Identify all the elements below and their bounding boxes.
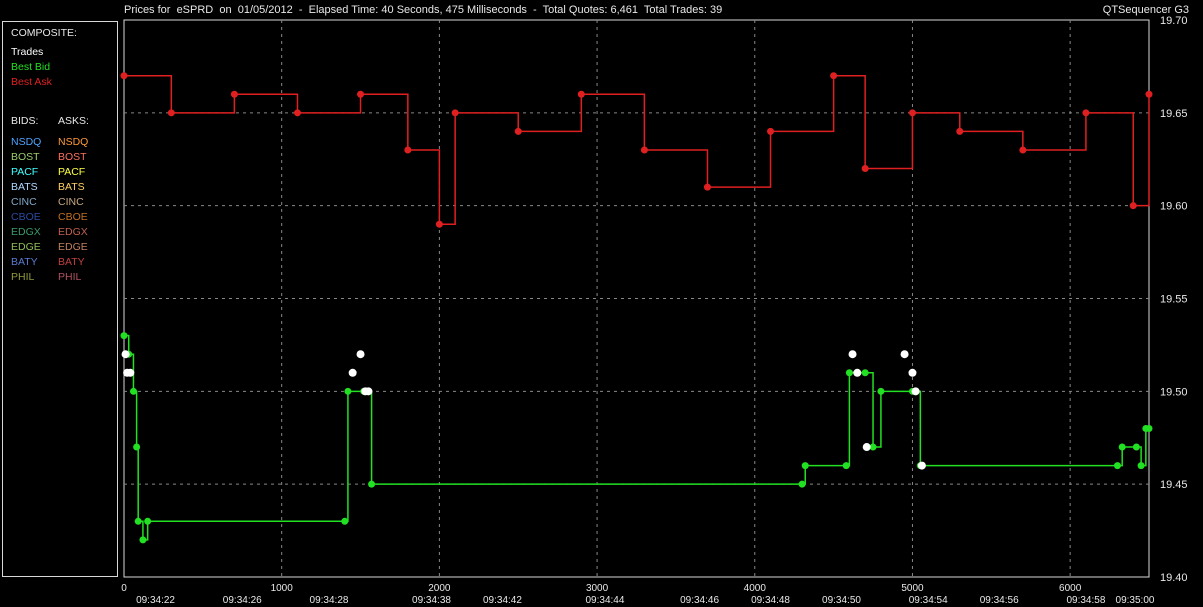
best-ask-point <box>230 90 238 98</box>
x-tick-label: 0 <box>121 583 127 594</box>
best-bid-point <box>801 462 809 470</box>
best-ask-point <box>514 127 522 135</box>
time-label: 09:34:44 <box>585 595 624 606</box>
time-label: 09:34:48 <box>751 595 790 606</box>
best-ask-point <box>956 127 964 135</box>
time-label: 09:34:22 <box>136 595 175 606</box>
best-ask-point <box>577 90 585 98</box>
best-bid-point <box>133 443 141 451</box>
trades-point <box>911 387 920 396</box>
x-tick-label: 6000 <box>1059 583 1082 594</box>
best-ask-point <box>435 220 443 228</box>
time-label: 09:34:46 <box>680 595 719 606</box>
best-bid-point <box>1145 424 1153 432</box>
y-tick-label: 19.65 <box>1160 108 1188 120</box>
best-bid-point <box>134 517 142 525</box>
trades-point <box>356 350 365 359</box>
price-chart: 19.70 19.65 19.60 19.55 19.50 19.45 19.40 0 1000… <box>120 15 1188 606</box>
time-label: 09:34:42 <box>483 595 522 606</box>
best-ask-point <box>908 109 916 117</box>
best-ask-point <box>1145 90 1153 98</box>
y-tick-label: 19.45 <box>1160 479 1188 491</box>
best-bid-point <box>129 387 137 395</box>
time-label: 09:34:26 <box>223 595 262 606</box>
trades-point <box>364 387 373 396</box>
best-ask-point <box>1129 202 1137 210</box>
trades-point <box>917 461 926 470</box>
trades-point <box>348 368 357 377</box>
x-tick-label: 5000 <box>901 583 924 594</box>
best-bid-point <box>798 480 806 488</box>
y-tick-label: 19.70 <box>1160 15 1188 27</box>
best-bid-point <box>344 387 352 395</box>
trades-point <box>862 443 871 452</box>
best-bid-point <box>341 517 349 525</box>
time-label: 09:34:54 <box>909 595 948 606</box>
best-ask-point <box>830 72 838 80</box>
time-label: 09:35:00 <box>1116 595 1155 606</box>
time-label: 09:34:28 <box>310 595 349 606</box>
x-tick-label: 3000 <box>586 583 609 594</box>
trades-point <box>900 350 909 359</box>
best-ask-point <box>357 90 365 98</box>
best-ask-point <box>451 109 459 117</box>
best-bid-point <box>842 462 850 470</box>
best-bid-point <box>861 369 869 377</box>
trades-point <box>848 350 857 359</box>
trades-point <box>853 368 862 377</box>
y-tick-label: 19.60 <box>1160 201 1188 213</box>
best-bid-point <box>1113 462 1121 470</box>
best-bid-point <box>368 480 376 488</box>
time-label: 09:34:38 <box>412 595 451 606</box>
time-label: 09:34:50 <box>822 595 861 606</box>
best-ask-point <box>404 146 412 154</box>
x-tick-label: 4000 <box>744 583 767 594</box>
best-bid-point <box>139 536 147 544</box>
best-ask-point <box>640 146 648 154</box>
best-ask-point <box>293 109 301 117</box>
best-ask-point <box>120 72 128 80</box>
best-bid-point <box>144 517 152 525</box>
time-label: 09:34:56 <box>980 595 1019 606</box>
best-ask-point <box>767 127 775 135</box>
best-bid-point <box>120 332 128 340</box>
best-bid-point <box>1132 443 1140 451</box>
best-bid-point <box>1118 443 1126 451</box>
x-tick-label: 2000 <box>428 583 451 594</box>
best-ask-point <box>1019 146 1027 154</box>
trades-point <box>121 350 130 359</box>
best-ask-point <box>1082 109 1090 117</box>
best-bid-point <box>845 369 853 377</box>
trades-point <box>126 368 135 377</box>
best-ask-point <box>861 165 869 173</box>
best-ask-point <box>703 183 711 191</box>
y-tick-label: 19.55 <box>1160 294 1188 306</box>
y-tick-label: 19.50 <box>1160 386 1188 398</box>
time-label: 09:34:58 <box>1066 595 1105 606</box>
best-bid-point <box>877 387 885 395</box>
best-bid-point <box>1137 462 1145 470</box>
y-tick-label: 19.40 <box>1160 572 1188 584</box>
x-tick-label: 1000 <box>271 583 294 594</box>
best-ask-point <box>167 109 175 117</box>
trades-point <box>908 368 917 377</box>
